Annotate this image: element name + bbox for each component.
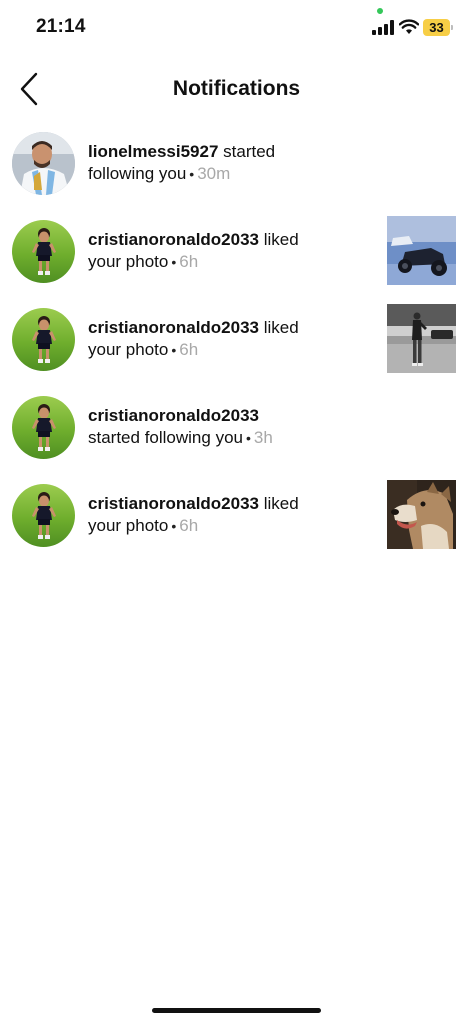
notification-text: cristianoronaldo2033 liked your photo • 6h (88, 317, 378, 361)
username-link[interactable]: lionelmessi5927 (88, 142, 218, 161)
avatar[interactable] (12, 396, 75, 459)
notification-item[interactable]: cristianoronaldo2033 liked your photo • 6h (0, 304, 473, 392)
avatar[interactable] (12, 220, 75, 283)
time-ago: 6h (179, 252, 199, 271)
street-photo-image (387, 304, 456, 373)
notification-text: lionelmessi5927 started following you • 30… (88, 141, 378, 185)
notification-list: lionelmessi5927 started following you • 30… (0, 128, 473, 568)
avatar-image (32, 316, 56, 363)
post-thumbnail[interactable] (387, 480, 456, 549)
notification-action: started (223, 142, 276, 161)
avatar-image (32, 228, 56, 275)
avatar-image (32, 492, 56, 539)
notification-item[interactable]: cristianoronaldo2033 liked your photo • 6h (0, 216, 473, 304)
post-thumbnail[interactable] (387, 216, 456, 285)
notification-action: liked (263, 230, 299, 249)
time-ago: 3h (253, 428, 273, 447)
avatar-image (32, 404, 56, 451)
atv-photo-image (387, 216, 456, 285)
notification-action-detail: following you (88, 164, 187, 183)
nav-header: Notifications (0, 60, 473, 120)
notification-text: cristianoronaldo2033 liked your photo • 6h (88, 229, 378, 273)
notification-action: liked (263, 494, 299, 513)
notification-action-detail: your photo (88, 516, 169, 535)
status-bar: 21:14 33 (0, 0, 473, 56)
dog-photo-image (387, 480, 456, 549)
battery-level: 33 (423, 19, 450, 36)
page-title: Notifications (172, 77, 301, 100)
avatar-image (12, 132, 75, 195)
post-thumbnail[interactable] (387, 304, 456, 373)
wifi-icon (399, 19, 419, 34)
status-time: 21:14 (36, 16, 86, 37)
home-indicator[interactable] (152, 1008, 321, 1013)
avatar[interactable] (12, 308, 75, 371)
notification-text: cristianoronaldo2033 liked your photo • 6h (88, 493, 378, 537)
separator-dot: • (171, 342, 177, 358)
battery-icon: 33 (423, 19, 453, 36)
notification-action: liked (263, 318, 299, 337)
avatar[interactable] (12, 132, 75, 195)
username-link[interactable]: cristianoronaldo2033 (88, 318, 259, 337)
notification-action-detail: your photo (88, 252, 169, 271)
separator-dot: • (171, 254, 177, 270)
notification-item[interactable]: lionelmessi5927 started following you • 30… (0, 128, 473, 216)
time-ago: 6h (179, 516, 199, 535)
notification-item[interactable]: cristianoronaldo2033 liked your photo • 6h (0, 480, 473, 568)
notification-action-detail: started following you (88, 428, 243, 447)
notification-text: cristianoronaldo2033 started following y… (88, 405, 388, 449)
separator-dot: • (189, 166, 195, 182)
separator-dot: • (171, 518, 177, 534)
time-ago: 30m (197, 164, 231, 183)
notification-action-detail: your photo (88, 340, 169, 359)
battery-tip (451, 25, 453, 30)
cellular-signal-icon (372, 20, 394, 35)
camera-indicator-dot (377, 8, 383, 14)
time-ago: 6h (179, 340, 199, 359)
username-link[interactable]: cristianoronaldo2033 (88, 406, 259, 425)
notification-item[interactable]: cristianoronaldo2033 started following y… (0, 392, 473, 480)
avatar[interactable] (12, 484, 75, 547)
notifications-screen: 21:14 33 Notifications lionelmessi5927 s… (0, 0, 473, 1024)
separator-dot: • (245, 430, 251, 446)
username-link[interactable]: cristianoronaldo2033 (88, 230, 259, 249)
username-link[interactable]: cristianoronaldo2033 (88, 494, 259, 513)
